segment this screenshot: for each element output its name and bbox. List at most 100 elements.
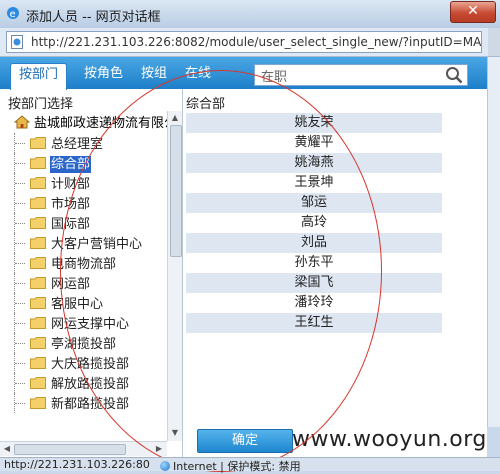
tree-root-label: 盐城邮政速递物流有限公: [34, 116, 167, 131]
scroll-down-arrow[interactable]: ▼: [169, 427, 181, 439]
user-list-item[interactable]: 黄耀平: [186, 133, 442, 153]
folder-icon: [30, 137, 46, 149]
department-panel-header: 按部门选择: [8, 97, 74, 112]
confirm-button[interactable]: 确定: [197, 429, 293, 453]
tree-node[interactable]: 亭湖揽投部: [14, 333, 117, 353]
tree-node[interactable]: 总经理室: [14, 133, 104, 153]
tree-branch-line: [14, 353, 29, 373]
tree-node[interactable]: 网运部: [14, 273, 91, 293]
tree-branch-line: [14, 173, 29, 193]
folder-icon: [30, 177, 46, 189]
status-zone: Internet | 保护模式: 禁用: [160, 458, 301, 474]
scroll-right-arrow[interactable]: ▶: [153, 443, 165, 455]
tree-node[interactable]: 大庆路揽投部: [14, 353, 130, 373]
tab-by-group[interactable]: 按组: [141, 63, 167, 89]
tree-branch-line: [14, 193, 29, 213]
tree-node[interactable]: 电商物流部: [14, 253, 117, 273]
tree-node[interactable]: 解放路揽投部: [14, 373, 130, 393]
tree-branch-line: [14, 233, 29, 253]
folder-icon: [30, 377, 46, 389]
close-button[interactable]: ✕: [450, 1, 496, 23]
user-list-item[interactable]: 邹运: [186, 193, 442, 213]
search-input[interactable]: [259, 65, 439, 85]
folder-icon: [30, 157, 46, 169]
folder-icon: [30, 197, 46, 209]
tree-node-label: 综合部: [48, 155, 93, 174]
svg-text:e: e: [10, 9, 16, 20]
search-box: [254, 64, 468, 86]
tree-branch-line: [14, 313, 29, 333]
scroll-up-arrow[interactable]: ▲: [169, 112, 181, 124]
user-list: 姚友荣 黄耀平 姚海燕 王景坤 邹运 高玲 刘品 孙东平 梁国飞 潘玲玲 王红生: [186, 113, 474, 333]
tree-node-label: 总经理室: [51, 137, 104, 152]
address-bar: http://221.231.103.226:8082/module/user_…: [0, 28, 500, 57]
folder-icon: [30, 357, 46, 369]
user-panel: 综合部 姚友荣 黄耀平 姚海燕 王景坤 邹运 高玲 刘品 孙东平 梁国飞 潘玲玲 王红生: [184, 89, 487, 429]
tree-node[interactable]: 新都路揽投部: [14, 393, 130, 413]
user-list-item[interactable]: 潘玲玲: [186, 293, 442, 313]
tree-node[interactable]: 计财部: [14, 173, 91, 193]
folder-icon: [30, 237, 46, 249]
folder-icon: [30, 297, 46, 309]
url-text: http://221.231.103.226:8082/module/user_…: [31, 35, 481, 49]
tree-scroll-thumb[interactable]: [170, 125, 182, 257]
tree-node-label: 市场部: [51, 197, 91, 212]
folder-icon: [30, 217, 46, 229]
department-tree: 盐城邮政速递物流有限公 总经理室综合部计财部市场部国际部大客户营销中心 电商物流部…: [0, 111, 167, 459]
page-icon: [11, 35, 23, 49]
url-field[interactable]: http://221.231.103.226:8082/module/user_…: [6, 31, 482, 53]
user-panel-header: 综合部: [186, 97, 226, 112]
tree-branch-line: [14, 293, 29, 313]
user-list-item[interactable]: 孙东平: [186, 253, 442, 273]
tab-by-department[interactable]: 按部门: [10, 63, 68, 90]
status-zone-text: Internet | 保护模式: 禁用: [173, 460, 301, 473]
folder-icon: [30, 317, 46, 329]
user-list-item[interactable]: 刘品: [186, 233, 442, 253]
tree-node-label: 国际部: [51, 217, 91, 232]
folder-icon: [30, 337, 46, 349]
tree-node-label: 新都路揽投部: [51, 397, 130, 412]
ie-icon: e: [7, 7, 19, 20]
user-list-item[interactable]: 姚海燕: [186, 153, 442, 173]
scroll-left-arrow[interactable]: ◀: [1, 443, 13, 455]
home-icon: [14, 115, 30, 129]
status-url: http://221.231.103.226:80: [4, 458, 150, 471]
tree-node-label: 电商物流部: [51, 257, 117, 272]
user-list-item[interactable]: 姚友荣: [186, 113, 442, 133]
tree-branch-line: [14, 373, 29, 393]
folder-icon: [30, 397, 46, 409]
user-list-item[interactable]: 高玲: [186, 213, 442, 233]
tree-node-label: 计财部: [51, 177, 91, 192]
dialog-content: 按部门 按角色 按组 在线 按部门选择 盐城邮政速递物流有限公 总经理室综合部计…: [0, 57, 487, 459]
tree-node-label: 网运支撑中心: [51, 317, 130, 332]
tree-vertical-scrollbar[interactable]: ▲ ▼: [167, 111, 182, 441]
user-list-item[interactable]: 梁国飞: [186, 273, 442, 293]
tree-node[interactable]: 市场部: [14, 193, 91, 213]
tree-node[interactable]: 国际部: [14, 213, 91, 233]
tree-node-label: 客服中心: [51, 297, 104, 312]
tree-branch-line: [14, 133, 29, 153]
dialog-titlebar: e 添加人员 -- 网页对话框 ✕: [0, 0, 500, 29]
tree-hscroll-thumb[interactable]: [14, 444, 126, 455]
tab-bar: 按部门 按角色 按组 在线: [0, 57, 487, 90]
tree-horizontal-scrollbar[interactable]: ◀ ▶: [0, 441, 167, 456]
tree-branch-line: [14, 213, 29, 233]
tree-branch-line: [14, 153, 29, 173]
tree-node[interactable]: 客服中心: [14, 293, 104, 313]
user-list-item[interactable]: 王红生: [186, 313, 442, 333]
tree-node-label: 大庆路揽投部: [51, 357, 130, 372]
tree-node-label: 大客户营销中心: [51, 237, 143, 252]
tree-root[interactable]: 盐城邮政速递物流有限公: [14, 112, 167, 132]
department-panel: 按部门选择 盐城邮政速递物流有限公 总经理室综合部计财部市场部国际部大客户营销中…: [0, 89, 183, 459]
tab-online[interactable]: 在线: [185, 63, 211, 89]
dialog-scrollbar[interactable]: [487, 57, 500, 427]
tree-branch-line: [14, 273, 29, 293]
tree-node-label: 亭湖揽投部: [51, 337, 117, 352]
search-icon[interactable]: [445, 66, 463, 84]
tree-node[interactable]: 综合部: [14, 153, 93, 174]
tree-node[interactable]: 大客户营销中心: [14, 233, 143, 253]
tab-by-role[interactable]: 按角色: [84, 63, 123, 89]
user-list-item[interactable]: 王景坤: [186, 173, 442, 193]
address-scroll-stub: [488, 28, 500, 56]
tree-node[interactable]: 网运支撑中心: [14, 313, 130, 333]
